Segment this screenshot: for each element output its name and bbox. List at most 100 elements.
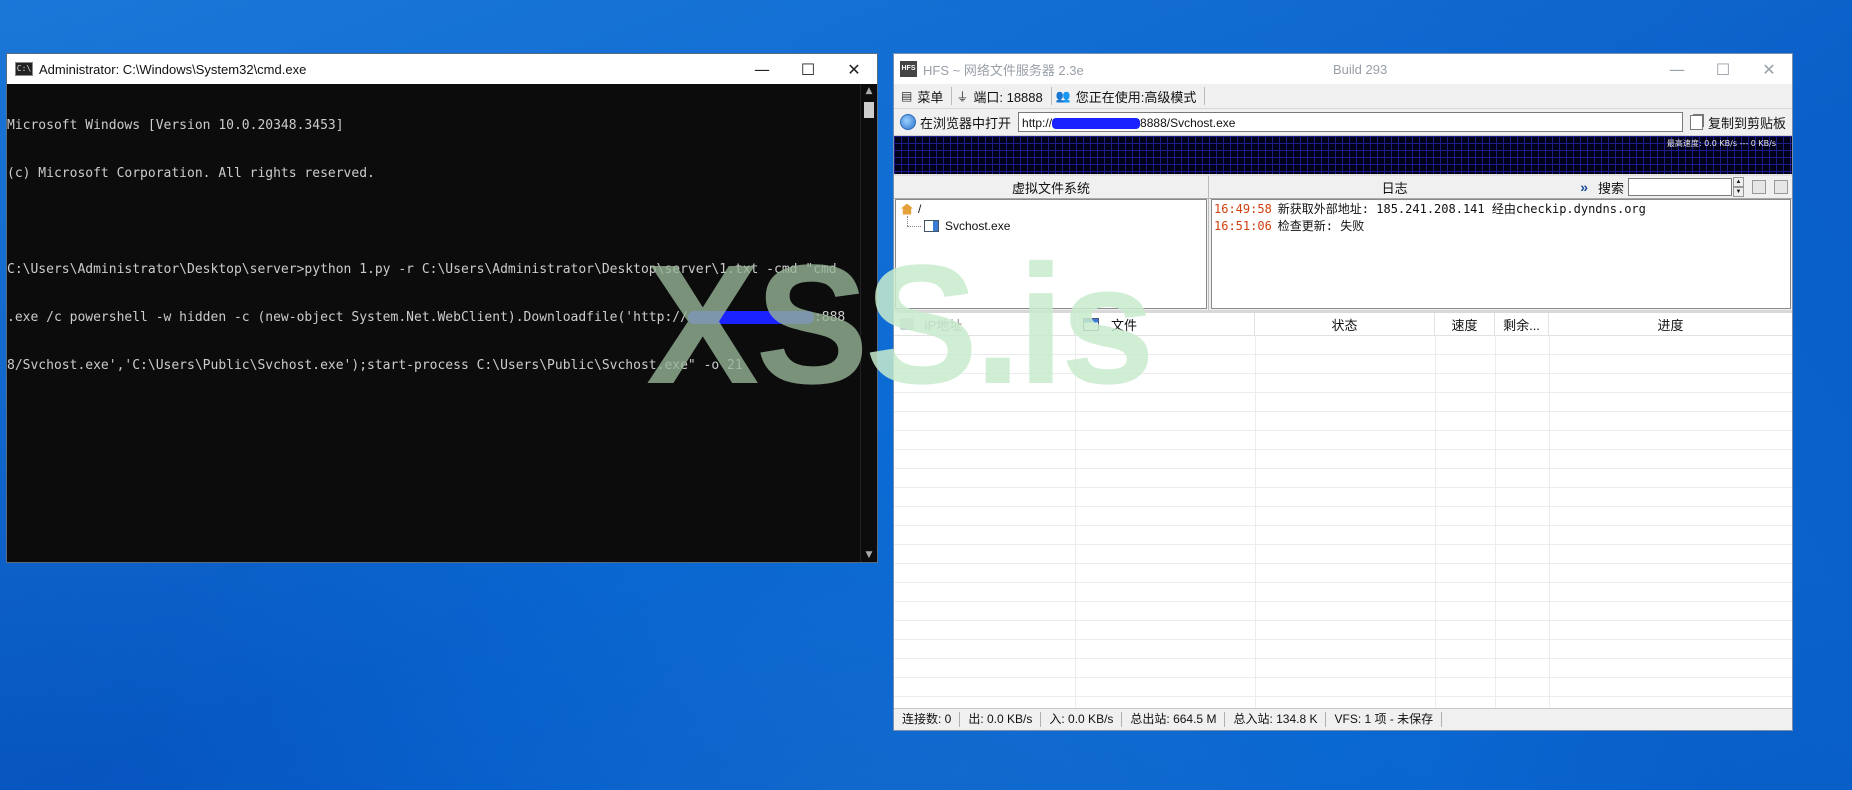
log-panel: 日志 » 搜索 ▲ ▼ 16:49:58 新获取外部地址: 185.241.208.… [1209, 176, 1792, 310]
status-total-out: 总出站: 664.5 M [1122, 712, 1226, 727]
hfs-menubar: ▤ 菜单 ⏚ 端口: 18888 👥 您正在使用:高级模式 [894, 84, 1792, 109]
hfs-window[interactable]: HFS HFS ~ 网络文件服务器 2.3e Build 293 — ☐ ✕ ▤… [893, 53, 1793, 731]
vfs-root-label: / [918, 202, 922, 216]
url-suffix: 8888/Svchost.exe [1140, 116, 1236, 130]
connections-list[interactable]: IP地址 文件 状态 速度 剩余... 进度 [894, 310, 1792, 708]
connections-header: IP地址 文件 状态 速度 剩余... 进度 [894, 313, 1792, 336]
vfs-file-node[interactable]: Svchost.exe [924, 219, 1010, 233]
computer-icon [900, 318, 914, 330]
cmd-window[interactable]: C:\ Administrator: C:\Windows\System32\c… [6, 53, 878, 563]
cmd-maximize-button[interactable]: ☐ [785, 54, 831, 84]
hfs-build-label: Build 293 [1333, 61, 1388, 77]
log-search-icon[interactable] [1774, 180, 1788, 194]
column-file[interactable]: 文件 [1075, 313, 1255, 335]
bandwidth-graph: 最高速度: 0.0 KB/s --- 0 KB/s [894, 136, 1792, 176]
home-icon [901, 203, 913, 215]
console-line-text: .exe /c powershell -w hidden -c (new-obj… [7, 310, 688, 325]
open-in-browser-label: 在浏览器中打开 [920, 115, 1012, 131]
copy-icon [1689, 114, 1703, 130]
spin-down-icon[interactable]: ▼ [1733, 187, 1744, 197]
spin-up-icon[interactable]: ▲ [1733, 177, 1744, 187]
cmd-close-button[interactable]: ✕ [831, 54, 877, 84]
column-label: IP地址 [924, 317, 963, 333]
cmd-console-output[interactable]: Microsoft Windows [Version 10.0.20348.34… [7, 84, 861, 562]
url-prefix: http:// [1022, 116, 1053, 130]
column-remaining[interactable]: 剩余... [1495, 313, 1549, 335]
column-ip-address[interactable]: IP地址 [894, 313, 1075, 335]
column-speed[interactable]: 速度 [1435, 313, 1495, 335]
column-progress[interactable]: 进度 [1549, 313, 1792, 335]
menu-button[interactable]: ▤ 菜单 [897, 87, 953, 105]
hfs-titlebar[interactable]: HFS HFS ~ 网络文件服务器 2.3e Build 293 — ☐ ✕ [894, 54, 1792, 84]
cmd-titlebar[interactable]: C:\ Administrator: C:\Windows\System32\c… [7, 54, 877, 84]
log-search-input[interactable] [1628, 178, 1732, 196]
mode-button[interactable]: 👥 您正在使用:高级模式 [1052, 87, 1206, 105]
panels-row: 虚拟文件系统 / Svchost.exe 日志 » 搜索 ▲ ▼ 16:49:5… [894, 176, 1792, 310]
search-label: 搜索 [1597, 180, 1624, 196]
hfs-app-icon: HFS [900, 61, 917, 77]
log-copy-icon[interactable] [1752, 180, 1766, 194]
log-text: 新获取外部地址: 185.241.208.141 经由checkip.dyndn… [1277, 202, 1646, 216]
graph-speed-label: 最高速度: 0.0 KB/s --- 0 KB/s [1666, 139, 1776, 148]
port-button[interactable]: ⏚ 端口: 18888 [952, 87, 1052, 105]
search-spinner[interactable]: ▲ ▼ [1733, 177, 1744, 197]
port-label: 端口: 18888 [973, 89, 1043, 105]
hfs-window-title: HFS ~ 网络文件服务器 2.3e [923, 62, 1084, 78]
expand-chevron-icon[interactable]: » [1580, 179, 1588, 195]
log-entry: 16:49:58 新获取外部地址: 185.241.208.141 经由check… [1214, 201, 1790, 218]
log-time: 16:51:06 [1214, 219, 1272, 233]
tree-connector [907, 216, 908, 226]
port-plug-icon: ⏚ [956, 89, 969, 104]
grid-divider [1255, 336, 1256, 708]
log-title: 日志 [1381, 180, 1408, 196]
menu-label: 菜单 [917, 89, 944, 105]
vfs-file-label: Svchost.exe [945, 219, 1011, 233]
vfs-panel: 虚拟文件系统 / Svchost.exe [894, 176, 1209, 310]
vfs-root-node[interactable]: / [901, 202, 921, 216]
grid-divider [1435, 336, 1436, 708]
redacted-ip-mark [687, 311, 814, 324]
hfs-minimize-button[interactable]: — [1654, 54, 1700, 84]
connections-grid [894, 336, 1792, 708]
log-time: 16:49:58 [1214, 202, 1272, 216]
url-field[interactable]: http:// 8888/Svchost.exe [1018, 112, 1683, 132]
redacted-ip-mark [1052, 118, 1141, 130]
status-vfs: VFS: 1 项 - 未保存 [1326, 712, 1443, 727]
mode-label: 您正在使用:高级模式 [1075, 89, 1197, 105]
scroll-down-icon[interactable]: ▼ [861, 548, 877, 562]
status-in-speed: 入: 0.0 KB/s [1041, 712, 1123, 727]
console-line: (c) Microsoft Corporation. All rights re… [7, 166, 375, 181]
cmd-window-title: Administrator: C:\Windows\System32\cmd.e… [39, 61, 307, 77]
console-line-text: :888 [813, 310, 846, 325]
log-text: 检查更新: 失败 [1277, 219, 1365, 233]
hfs-close-button[interactable]: ✕ [1746, 54, 1792, 84]
vfs-header: 虚拟文件系统 [894, 176, 1208, 199]
hfs-status-bar: 连接数: 0 出: 0.0 KB/s 入: 0.0 KB/s 总出站: 664.… [894, 708, 1792, 730]
grid-divider [1495, 336, 1496, 708]
globe-icon [900, 114, 916, 130]
status-total-in: 总入站: 134.8 K [1225, 712, 1327, 727]
column-label: 文件 [1111, 317, 1138, 333]
copy-to-clipboard-button[interactable]: 复制到剪贴板 [1686, 111, 1790, 133]
grid-divider [1549, 336, 1550, 708]
vfs-tree[interactable]: / Svchost.exe [895, 199, 1207, 309]
status-out-speed: 出: 0.0 KB/s [960, 712, 1042, 727]
open-in-browser-button[interactable]: 在浏览器中打开 [896, 111, 1015, 133]
users-icon: 👥 [1055, 89, 1071, 103]
tree-connector [907, 226, 921, 227]
grid-divider [1075, 336, 1076, 708]
window-file-icon [1083, 317, 1099, 331]
scroll-up-icon[interactable]: ▲ [861, 84, 877, 98]
cmd-app-icon: C:\ [15, 62, 33, 76]
log-header: 日志 » 搜索 ▲ ▼ [1209, 176, 1792, 199]
menu-icon: ▤ [901, 89, 913, 103]
log-body[interactable]: 16:49:58 新获取外部地址: 185.241.208.141 经由check… [1211, 199, 1791, 309]
column-status[interactable]: 状态 [1255, 313, 1435, 335]
cmd-scrollbar[interactable]: ▲ ▼ [860, 84, 877, 562]
scroll-thumb[interactable] [864, 102, 874, 118]
console-line: 8/Svchost.exe','C:\Users\Public\Svchost.… [7, 358, 743, 373]
cmd-minimize-button[interactable]: — [739, 54, 785, 84]
hfs-maximize-button[interactable]: ☐ [1700, 54, 1746, 84]
copy-label: 复制到剪贴板 [1707, 115, 1786, 131]
console-line: C:\Users\Administrator\Desktop\server>py… [7, 262, 837, 277]
